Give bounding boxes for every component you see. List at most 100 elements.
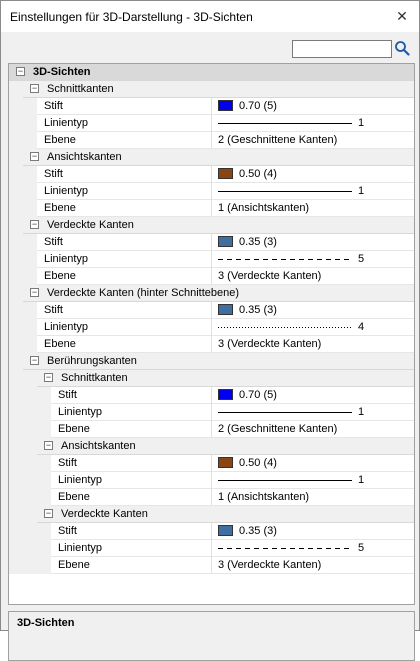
property-name: Stift	[37, 166, 211, 183]
settings-dialog: Einstellungen für 3D-Darstellung - 3D-Si…	[0, 0, 420, 661]
property-row[interactable]: Ebene 2 (Geschnittene Kanten)	[9, 132, 414, 149]
close-icon[interactable]: ✕	[387, 1, 417, 31]
property-row[interactable]: Ebene 1 (Ansichtskanten)	[9, 489, 414, 506]
property-row[interactable]: Ebene 3 (Verdeckte Kanten)	[9, 336, 414, 353]
property-row[interactable]: Stift 0.70 (5)	[9, 98, 414, 115]
description-panel: 3D-Sichten	[8, 611, 415, 661]
property-value[interactable]: 1	[211, 404, 414, 421]
category-verdeckt[interactable]: − Verdeckte Kanten	[9, 217, 414, 234]
property-row[interactable]: Stift 0.35 (3)	[9, 523, 414, 540]
category-b-verdeckt[interactable]: − Verdeckte Kanten	[9, 506, 414, 523]
property-name: Stift	[37, 234, 211, 251]
indent-gutter	[9, 166, 37, 183]
indent-gutter	[9, 421, 51, 438]
indent-gutter	[9, 183, 37, 200]
collapse-toggle-icon[interactable]: −	[30, 84, 39, 93]
property-value[interactable]: 1	[211, 115, 414, 132]
property-value[interactable]: 3 (Verdeckte Kanten)	[211, 268, 414, 285]
linetype-number: 5	[358, 253, 365, 265]
category-b-schnitt[interactable]: − Schnittkanten	[9, 370, 414, 387]
property-value[interactable]: 0.35 (3)	[211, 523, 414, 540]
property-row[interactable]: Ebene 1 (Ansichtskanten)	[9, 200, 414, 217]
property-value[interactable]: 0.50 (4)	[211, 455, 414, 472]
pen-color-swatch	[218, 236, 233, 247]
property-name: Stift	[37, 302, 211, 319]
property-row[interactable]: Stift 0.35 (3)	[9, 234, 414, 251]
property-value[interactable]: 5	[211, 540, 414, 557]
property-row[interactable]: Stift 0.50 (4)	[9, 455, 414, 472]
property-row[interactable]: Linientyp 1	[9, 115, 414, 132]
property-value[interactable]: 4	[211, 319, 414, 336]
collapse-toggle-icon[interactable]: −	[44, 509, 53, 518]
pen-color-swatch	[218, 389, 233, 400]
search-input[interactable]	[292, 40, 392, 58]
layer-value: 3 (Verdeckte Kanten)	[218, 270, 322, 282]
indent-gutter	[9, 523, 51, 540]
property-name: Ebene	[37, 132, 211, 149]
property-value[interactable]: 1	[211, 183, 414, 200]
property-row[interactable]: Linientyp 5	[9, 540, 414, 557]
property-row[interactable]: Linientyp 1	[9, 404, 414, 421]
layer-value: 2 (Geschnittene Kanten)	[218, 134, 338, 146]
category-label: Verdeckte Kanten	[47, 219, 134, 231]
pen-color-swatch	[218, 304, 233, 315]
category-label: Berührungskanten	[47, 355, 137, 367]
property-value[interactable]: 0.50 (4)	[211, 166, 414, 183]
search-icon[interactable]	[394, 40, 410, 56]
collapse-toggle-icon[interactable]: −	[30, 152, 39, 161]
property-row[interactable]: Linientyp 5	[9, 251, 414, 268]
category-3d-sichten[interactable]: −3D-Sichten	[9, 64, 414, 81]
pen-value: 0.70 (5)	[239, 100, 277, 112]
property-row[interactable]: Ebene 3 (Verdeckte Kanten)	[9, 557, 414, 574]
pen-value: 0.50 (4)	[239, 168, 277, 180]
property-value[interactable]: 0.35 (3)	[211, 302, 414, 319]
category-ansicht[interactable]: − Ansichtskanten	[9, 149, 414, 166]
property-row[interactable]: Linientyp 1	[9, 183, 414, 200]
property-value[interactable]: 2 (Geschnittene Kanten)	[211, 421, 414, 438]
collapse-toggle-icon[interactable]: −	[44, 373, 53, 382]
collapse-toggle-icon[interactable]: −	[30, 220, 39, 229]
indent-gutter	[9, 285, 23, 302]
property-value[interactable]: 3 (Verdeckte Kanten)	[211, 336, 414, 353]
property-name: Linientyp	[37, 183, 211, 200]
property-row[interactable]: Ebene 3 (Verdeckte Kanten)	[9, 268, 414, 285]
layer-value: 3 (Verdeckte Kanten)	[218, 559, 322, 571]
collapse-toggle-icon[interactable]: −	[30, 288, 39, 297]
indent-gutter	[9, 336, 37, 353]
property-row[interactable]: Ebene 2 (Geschnittene Kanten)	[9, 421, 414, 438]
pen-color-swatch	[218, 100, 233, 111]
pen-color-swatch	[218, 457, 233, 468]
property-value[interactable]: 3 (Verdeckte Kanten)	[211, 557, 414, 574]
collapse-toggle-icon[interactable]: −	[16, 67, 25, 76]
property-value[interactable]: 1 (Ansichtskanten)	[211, 489, 414, 506]
property-name: Ebene	[37, 336, 211, 353]
property-row[interactable]: Linientyp 4	[9, 319, 414, 336]
property-name: Linientyp	[37, 251, 211, 268]
collapse-toggle-icon[interactable]: −	[44, 441, 53, 450]
category-label: Verdeckte Kanten (hinter Schnittebene)	[47, 287, 240, 299]
property-row[interactable]: Linientyp 1	[9, 472, 414, 489]
property-value[interactable]: 5	[211, 251, 414, 268]
layer-value: 1 (Ansichtskanten)	[218, 491, 310, 503]
description-title: 3D-Sichten	[17, 617, 75, 629]
property-value[interactable]: 1	[211, 472, 414, 489]
category-schnitt[interactable]: − Schnittkanten	[9, 81, 414, 98]
property-row[interactable]: Stift 0.50 (4)	[9, 166, 414, 183]
indent-gutter	[9, 200, 37, 217]
property-value[interactable]: 2 (Geschnittene Kanten)	[211, 132, 414, 149]
property-value[interactable]: 0.70 (5)	[211, 387, 414, 404]
property-row[interactable]: Stift 0.35 (3)	[9, 302, 414, 319]
category-verdeckt-hinter[interactable]: − Verdeckte Kanten (hinter Schnittebene)	[9, 285, 414, 302]
category-label: Ansichtskanten	[47, 151, 122, 163]
linetype-number: 1	[358, 406, 365, 418]
category-beruehrungskanten[interactable]: − Berührungskanten	[9, 353, 414, 370]
category-b-ansicht[interactable]: − Ansichtskanten	[9, 438, 414, 455]
property-value[interactable]: 1 (Ansichtskanten)	[211, 200, 414, 217]
property-name: Stift	[51, 455, 211, 472]
property-row[interactable]: Stift 0.70 (5)	[9, 387, 414, 404]
indent-gutter	[9, 268, 37, 285]
property-value[interactable]: 0.70 (5)	[211, 98, 414, 115]
property-value[interactable]: 0.35 (3)	[211, 234, 414, 251]
collapse-toggle-icon[interactable]: −	[30, 356, 39, 365]
property-name: Ebene	[51, 489, 211, 506]
